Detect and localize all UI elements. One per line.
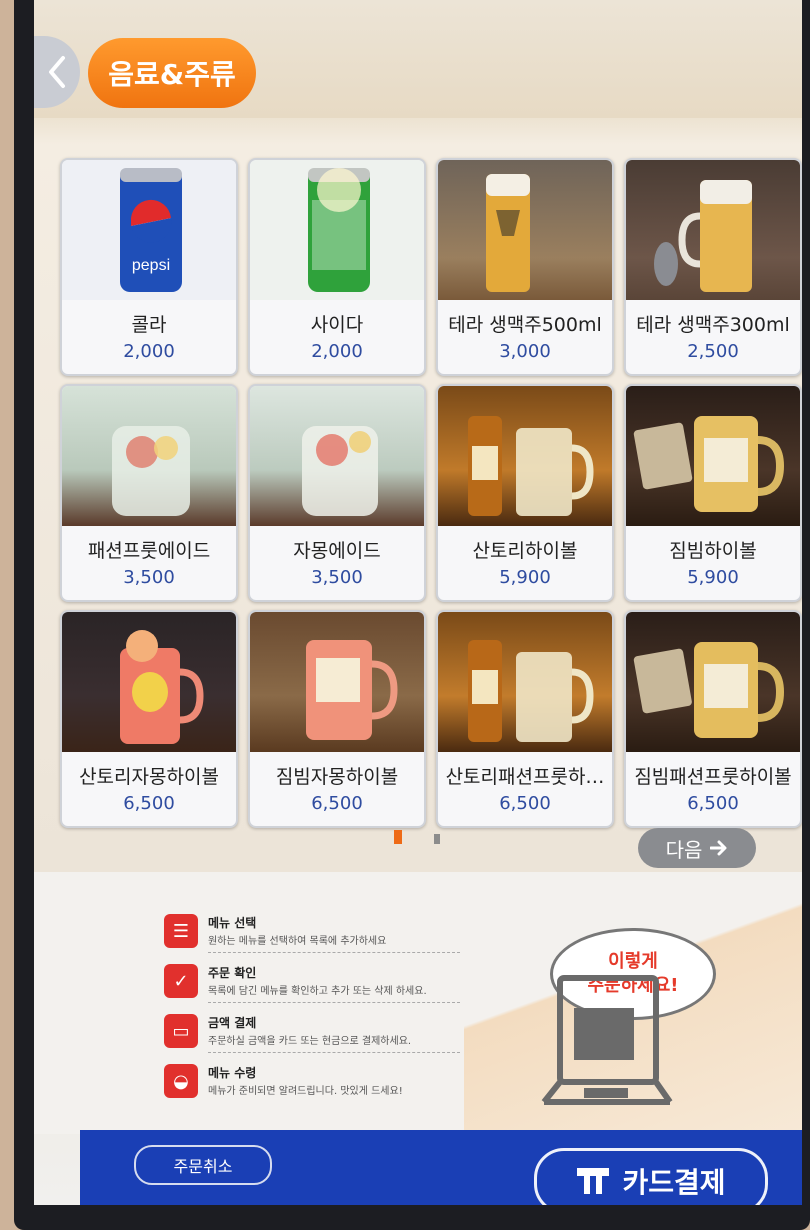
menu-item-card[interactable]: 자몽에이드 3,500 <box>248 384 426 602</box>
pepsi-can-image: pepsi <box>62 160 236 300</box>
menu-item-card[interactable]: 패션프룻에이드 3,500 <box>60 384 238 602</box>
menu-item-name: 테라 생맥주500ml <box>448 314 602 336</box>
menu-item-price: 2,500 <box>687 341 739 362</box>
suntory-highball-image <box>438 386 612 526</box>
guide-step-payment: ▭ 금액 결제 주문하실 금액을 카드 또는 현금으로 결제하세요. <box>164 1012 464 1058</box>
menu-item-card[interactable]: 테라 생맥주300ml 2,500 <box>624 158 802 376</box>
menu-item-price: 3,500 <box>311 567 363 588</box>
menu-item-price: 2,000 <box>311 341 363 362</box>
menu-item-card[interactable]: 테라 생맥주500ml 3,000 <box>436 158 614 376</box>
jimbeam-passionfruit-highball-image <box>626 612 800 752</box>
kiosk-screen: 음료&주류 pepsi 콜라 2,000 사이다 2,000 테라 생맥주500… <box>34 0 802 1205</box>
guide-step-select-menu: ☰ 메뉴 선택 원하는 메뉴를 선택하여 목록에 추가하세요 <box>164 912 464 958</box>
guide-step-pickup: ◒ 메뉴 수령 메뉴가 준비되면 알려드립니다. 맛있게 드세요! <box>164 1062 464 1108</box>
guide-step-desc: 원하는 메뉴를 선택하여 목록에 추가하세요 <box>208 936 387 947</box>
menu-item-card[interactable]: 짐빔패션프룻하이볼 6,500 <box>624 610 802 828</box>
guide-step-title: 주문 확인 <box>208 966 257 980</box>
menu-item-name: 산토리자몽하이볼 <box>79 766 219 788</box>
menu-item-price: 5,900 <box>499 567 551 588</box>
menu-item-card[interactable]: 사이다 2,000 <box>248 158 426 376</box>
card-payment-label: 카드결제 <box>622 1166 726 1199</box>
next-page-button[interactable]: 다음 <box>638 828 756 868</box>
next-label: 다음 <box>665 837 703 862</box>
category-title[interactable]: 음료&주류 <box>88 38 256 108</box>
guide-divider <box>208 952 460 953</box>
page-dot[interactable] <box>434 834 440 844</box>
guide-divider <box>208 1002 460 1003</box>
menu-item-name: 짐빔자몽하이볼 <box>275 766 399 788</box>
beer-glass-image <box>438 160 612 300</box>
passionfruit-ade-image <box>62 386 236 526</box>
menu-item-price: 6,500 <box>687 793 739 814</box>
menu-item-card[interactable]: 짐빔하이볼 5,900 <box>624 384 802 602</box>
arrow-right-icon <box>710 840 727 856</box>
menu-select-icon: ☰ <box>164 914 198 948</box>
menu-item-card[interactable]: pepsi 콜라 2,000 <box>60 158 238 376</box>
chevron-left-icon <box>49 56 65 88</box>
menu-item-price: 6,500 <box>499 793 551 814</box>
svg-text:pepsi: pepsi <box>132 257 170 274</box>
menu-item-name: 자몽에이드 <box>293 540 381 562</box>
suntory-passionfruit-highball-image <box>438 612 612 752</box>
menu-item-card[interactable]: 산토리자몽하이볼 6,500 <box>60 610 238 828</box>
guide-step-title: 메뉴 수령 <box>208 1066 257 1080</box>
menu-item-name: 패션프룻에이드 <box>87 540 211 562</box>
guide-step-desc: 메뉴가 준비되면 알려드립니다. 맛있게 드세요! <box>208 1086 403 1097</box>
card-logo-icon <box>577 1168 610 1194</box>
menu-item-price: 5,900 <box>687 567 739 588</box>
menu-item-price: 3,000 <box>499 341 551 362</box>
menu-item-card[interactable]: 산토리패션프룻하… 6,500 <box>436 610 614 828</box>
cider-can-image <box>250 160 424 300</box>
menu-item-card[interactable]: 짐빔자몽하이볼 6,500 <box>248 610 426 828</box>
menu-item-name: 산토리패션프룻하… <box>445 766 605 788</box>
guide-step-confirm-order: ✓ 주문 확인 목록에 담긴 메뉴를 확인하고 추가 또는 삭제 하세요. <box>164 962 464 1008</box>
menu-item-price: 6,500 <box>123 793 175 814</box>
grapefruit-ade-image <box>250 386 424 526</box>
jimbeam-highball-image <box>626 386 800 526</box>
page-indicator <box>394 830 454 850</box>
card-payment-icon: ▭ <box>164 1014 198 1048</box>
menu-item-price: 3,500 <box>123 567 175 588</box>
menu-item-name: 테라 생맥주300ml <box>636 314 790 336</box>
menu-item-name: 사이다 <box>310 314 364 336</box>
kiosk-illustration <box>541 975 673 1105</box>
guide-step-title: 메뉴 선택 <box>208 916 257 930</box>
menu-item-name: 콜라 <box>131 314 167 336</box>
menu-grid: pepsi 콜라 2,000 사이다 2,000 테라 생맥주500ml 3,0… <box>60 158 802 828</box>
guide-divider <box>208 1052 460 1053</box>
menu-item-name: 짐빔하이볼 <box>669 540 757 562</box>
food-bowl-icon: ◒ <box>164 1064 198 1098</box>
guide-step-desc: 주문하실 금액을 카드 또는 현금으로 결제하세요. <box>208 1036 412 1047</box>
menu-item-price: 2,000 <box>123 341 175 362</box>
menu-item-card[interactable]: 산토리하이볼 5,900 <box>436 384 614 602</box>
guide-step-title: 금액 결제 <box>208 1016 257 1030</box>
suntory-grapefruit-highball-image <box>62 612 236 752</box>
jimbeam-grapefruit-highball-image <box>250 612 424 752</box>
page-dot-active[interactable] <box>394 830 402 844</box>
menu-item-price: 6,500 <box>311 793 363 814</box>
menu-item-name: 짐빔패션프룻하이볼 <box>634 766 792 788</box>
order-check-icon: ✓ <box>164 964 198 998</box>
menu-item-name: 산토리하이볼 <box>472 540 578 562</box>
beer-mug-image <box>626 160 800 300</box>
cancel-order-button[interactable]: 주문취소 <box>134 1145 272 1185</box>
guide-step-desc: 목록에 담긴 메뉴를 확인하고 추가 또는 삭제 하세요. <box>208 986 427 997</box>
card-payment-button[interactable]: 카드결제 <box>534 1148 768 1205</box>
